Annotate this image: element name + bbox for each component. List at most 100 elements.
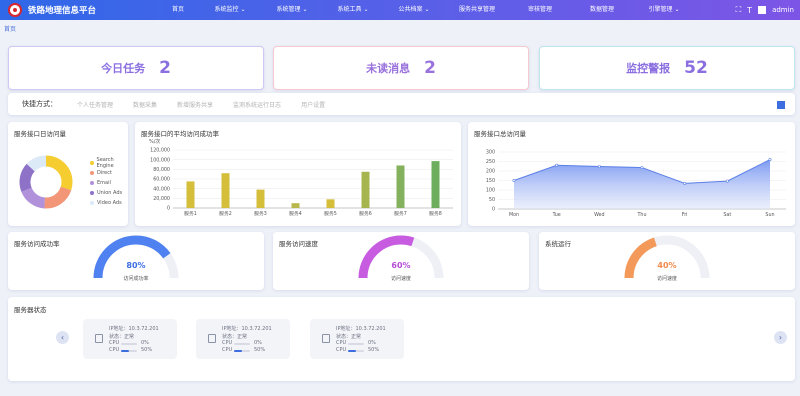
top-navbar: 铁路地理信息平台 首页 系统监控 ⌄ 系统管理 ⌄ 系统工具 ⌄ 公共档案 ⌄ 服务共享管… xyxy=(0,0,800,20)
nav-item[interactable]: 服务共享管理 xyxy=(447,0,507,20)
legend-item[interactable]: Direct xyxy=(90,168,128,178)
stat-label: 监控警报 xyxy=(626,62,671,75)
y-tick-label: 300 xyxy=(486,150,495,156)
server-item[interactable]: IP地址：10.3.72.201 状态：正常 CPU 0% CPU 50% xyxy=(83,319,177,359)
quick-link[interactable]: 数据采集 xyxy=(133,100,157,109)
y-tick-label: 0 xyxy=(167,206,170,212)
data-point[interactable] xyxy=(640,166,644,170)
system-run-gauge-card: 系统运行 40% 访问速度 xyxy=(539,232,795,290)
interface-visits-pie-card: 服务接口日访问量 Search Engine Direct Email Union A… xyxy=(8,122,128,226)
pie-legend: Search Engine Direct Email Union Ads Video A… xyxy=(90,157,128,208)
quick-link[interactable]: 新增服务共享 xyxy=(177,100,213,109)
stat-value: 2 xyxy=(159,58,171,78)
legend-item[interactable]: Video Ads xyxy=(90,198,128,208)
server-icon xyxy=(208,334,216,343)
quick-links-title: 快捷方式： xyxy=(22,100,57,108)
legend-item[interactable]: Search Engine xyxy=(90,157,128,169)
x-tick-label: 服务8 xyxy=(429,210,442,217)
bar[interactable] xyxy=(186,181,195,208)
mem-value: 50% xyxy=(141,347,153,353)
bar[interactable] xyxy=(396,165,405,208)
today-tasks-card[interactable]: 今日任务 2 xyxy=(8,46,264,90)
mem-bar xyxy=(121,350,137,352)
quick-link[interactable]: 用户设置 xyxy=(301,100,325,109)
server-item[interactable]: IP地址：10.3.72.201 状态：正常 CPU 0% CPU 50% xyxy=(310,319,404,359)
y-tick-label: 200 xyxy=(486,169,495,175)
avatar[interactable] xyxy=(758,6,767,14)
font-size-icon[interactable]: T xyxy=(747,6,752,15)
y-tick-label: 60,000 xyxy=(153,177,170,183)
app-title: 铁路地理信息平台 xyxy=(28,6,97,16)
quick-link[interactable]: 个人任务管理 xyxy=(77,100,113,109)
data-point[interactable] xyxy=(683,181,687,185)
nav-item[interactable]: 引擎管理 ⌄ xyxy=(634,0,694,20)
nav-item[interactable]: 系统工具 ⌄ xyxy=(323,0,383,20)
server-status: 状态：正常 xyxy=(222,334,248,340)
username[interactable]: admin xyxy=(772,6,794,14)
bar[interactable] xyxy=(221,173,230,208)
nav-item[interactable]: 数据管理 xyxy=(572,0,632,20)
nav-item[interactable]: 公共档案 ⌄ xyxy=(384,0,444,20)
data-point[interactable] xyxy=(512,178,516,182)
layout-toggle-icon[interactable] xyxy=(777,101,785,109)
server-ip: IP地址：10.3.72.201 xyxy=(222,326,272,332)
cpu-label: CPU xyxy=(336,340,347,346)
bar[interactable] xyxy=(361,171,370,208)
data-point[interactable] xyxy=(768,158,772,162)
nav-item[interactable]: 系统管理 ⌄ xyxy=(262,0,322,20)
y-tick-label: 0 xyxy=(492,207,495,213)
bar[interactable] xyxy=(291,203,300,208)
prev-arrow-button[interactable]: ‹ xyxy=(56,331,69,344)
server-item[interactable]: IP地址：10.3.72.201 状态：正常 CPU 0% CPU 50% xyxy=(196,319,290,359)
breadcrumb[interactable]: 首页 xyxy=(4,24,16,33)
legend-item[interactable]: Email xyxy=(90,178,128,188)
legend-dot-icon xyxy=(90,191,94,195)
cpu-value: 0% xyxy=(368,340,376,346)
legend-dot-icon xyxy=(90,161,94,165)
speed-gauge-card: 服务访问速度 60% 访问速度 xyxy=(273,232,529,290)
y-tick-label: 100 xyxy=(486,188,495,194)
mem-value: 50% xyxy=(368,347,380,353)
mem-bar xyxy=(234,350,250,352)
legend-item[interactable]: Union Ads xyxy=(90,188,128,198)
total-visits-line-card: 服务接口总访问量 0 50 100 150 200 250 300 Mon Tue Wed Thu F… xyxy=(468,122,795,226)
mem-label: CPU xyxy=(222,347,233,353)
cpu-value: 0% xyxy=(254,340,262,346)
data-point[interactable] xyxy=(555,163,559,167)
gauge-percent: 80% xyxy=(126,261,146,270)
quick-links-bar: 快捷方式： 个人任务管理 数据采集 新增服务共享 监测系统运行日志 用户设置 xyxy=(8,93,795,115)
mem-bar-fill xyxy=(121,350,129,352)
nav-item[interactable]: 系统监控 ⌄ xyxy=(200,0,260,20)
x-tick-label: Fri xyxy=(682,212,688,218)
gauge-percent: 40% xyxy=(657,261,677,270)
legend-label: Video Ads xyxy=(97,200,122,206)
quick-link[interactable]: 监测系统运行日志 xyxy=(233,100,281,109)
bar[interactable] xyxy=(256,189,265,208)
fullscreen-icon[interactable]: ⛶ xyxy=(736,5,742,15)
server-icon xyxy=(95,334,103,343)
nav-item[interactable]: 审核管理 xyxy=(510,0,570,20)
gauge-caption: 访问速度 xyxy=(656,276,677,282)
y-tick-label: 40,000 xyxy=(153,186,170,192)
line-chart: 0 50 100 150 200 250 300 Mon Tue Wed Thu Fri Sat Sun xyxy=(486,150,786,218)
data-point[interactable] xyxy=(597,164,601,168)
data-point[interactable] xyxy=(725,179,729,183)
server-icon xyxy=(322,334,330,343)
server-status: 状态：正常 xyxy=(109,334,135,340)
x-tick-label: 服务1 xyxy=(184,210,197,217)
bar[interactable] xyxy=(431,161,440,208)
cpu-label: CPU xyxy=(222,340,233,346)
success-rate-gauge-card: 服务访问成功率 80% 访问成功率 xyxy=(8,232,264,290)
x-tick-label: Mon xyxy=(509,212,519,218)
y-tick-label: 100,000 xyxy=(150,157,170,163)
y-tick-label: 50 xyxy=(489,197,495,203)
x-tick-label: 服务4 xyxy=(289,210,302,217)
nav-item[interactable]: 首页 xyxy=(148,0,208,20)
monitor-alerts-card[interactable]: 监控警报 52 xyxy=(539,46,795,90)
unread-messages-card[interactable]: 未读消息 2 xyxy=(273,46,529,90)
mem-value: 50% xyxy=(254,347,266,353)
legend-dot-icon xyxy=(90,181,94,185)
next-arrow-button[interactable]: › xyxy=(774,331,787,344)
legend-label: Search Engine xyxy=(96,157,114,169)
bar[interactable] xyxy=(326,199,335,208)
